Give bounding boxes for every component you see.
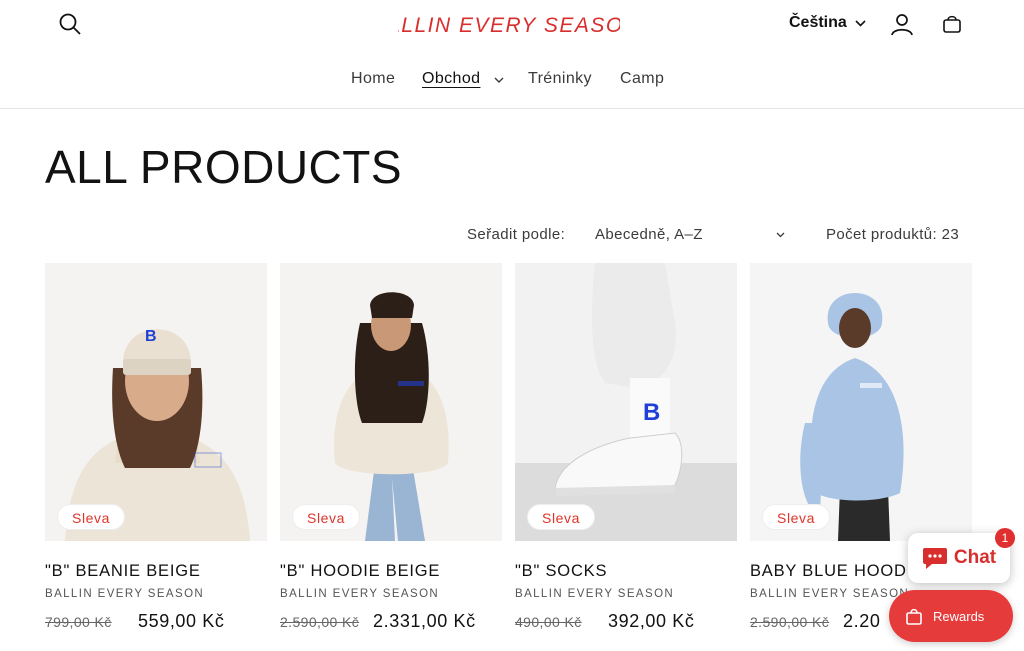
language-selector[interactable]: Čeština [789, 12, 866, 34]
language-label: Čeština [789, 14, 847, 31]
product-vendor: BALLIN EVERY SEASON [280, 588, 440, 600]
product-image[interactable]: Sleva [280, 263, 502, 541]
sale-badge: Sleva [762, 504, 831, 530]
account-icon [891, 14, 913, 36]
sort-label: Seřadit podle: [467, 226, 566, 243]
product-vendor: BALLIN EVERY SEASON [750, 588, 910, 600]
product-image[interactable]: B Sleva [45, 263, 267, 541]
product-card[interactable]: Sleva "B" HOODIE BEIGE BALLIN EVERY SEAS… [280, 263, 502, 631]
product-old-price: 2.590,00 Kč [280, 614, 360, 630]
main-nav: Home Obchod Tréninky Camp [0, 70, 1024, 94]
product-vendor: BALLIN EVERY SEASON [515, 588, 675, 600]
chat-label: Chat [953, 547, 997, 568]
sale-badge: Sleva [527, 504, 596, 530]
rewards-button[interactable]: Rewards [889, 590, 1013, 642]
chevron-down-icon[interactable] [776, 232, 785, 238]
rewards-label: Rewards [933, 608, 985, 624]
svg-text:B: B [145, 328, 157, 345]
site-header: BALLIN EVERY SEASON. Čeština Home Obchod… [0, 0, 1024, 109]
chat-bubble-icon [922, 548, 947, 569]
cart-button[interactable] [938, 8, 966, 40]
gift-bag-icon [906, 608, 922, 625]
svg-text:BALLIN EVERY SEASON.: BALLIN EVERY SEASON. [398, 14, 620, 37]
product-image[interactable]: B Sleva [515, 263, 737, 541]
search-button[interactable] [55, 9, 85, 39]
sort-select[interactable]: Abecedně, A–Z [595, 226, 790, 243]
nav-camp[interactable]: Camp [620, 70, 664, 88]
chevron-down-icon[interactable] [494, 77, 504, 83]
search-icon [59, 13, 81, 35]
product-vendor: BALLIN EVERY SEASON [45, 588, 205, 600]
product-old-price: 2.590,00 Kč [750, 614, 830, 630]
chevron-down-icon [855, 19, 866, 27]
product-price: 392,00 Kč [608, 611, 695, 631]
nav-shop[interactable]: Obchod [422, 70, 480, 88]
product-title[interactable]: "B" SOCKS [515, 562, 607, 581]
page-title: ALL PRODUCTS [45, 141, 403, 193]
product-count: Počet produktů: 23 [826, 226, 960, 243]
product-price: 2.331,00 Kč [373, 611, 476, 631]
product-image[interactable]: Sleva [750, 263, 972, 541]
product-title[interactable]: "B" HOODIE BEIGE [280, 562, 440, 581]
product-title[interactable]: BABY BLUE HOOD [750, 562, 907, 581]
sale-badge: Sleva [292, 504, 361, 530]
svg-text:B: B [643, 399, 660, 426]
product-card[interactable]: Sleva BABY BLUE HOOD BALLIN EVERY SEASON… [750, 263, 972, 631]
account-button[interactable] [886, 8, 918, 40]
nav-home[interactable]: Home [351, 70, 395, 88]
product-title[interactable]: "B" BEANIE BEIGE [45, 562, 201, 581]
nav-trainings[interactable]: Tréninky [528, 70, 592, 88]
product-old-price: 799,00 Kč [45, 614, 112, 630]
product-card[interactable]: B Sleva "B" BEANIE BEIGE BALLIN EVERY SE… [45, 263, 267, 631]
product-price: 2.20 [843, 611, 881, 631]
product-price: 559,00 Kč [138, 611, 225, 631]
product-old-price: 490,00 Kč [515, 614, 582, 630]
brand-logo[interactable]: BALLIN EVERY SEASON. [398, 8, 620, 40]
cart-icon [943, 15, 961, 33]
product-card[interactable]: B Sleva "B" SOCKS BALLIN EVERY SEASON 49… [515, 263, 737, 631]
sale-badge: Sleva [57, 504, 126, 530]
chat-notification-badge: 1 [995, 528, 1015, 548]
